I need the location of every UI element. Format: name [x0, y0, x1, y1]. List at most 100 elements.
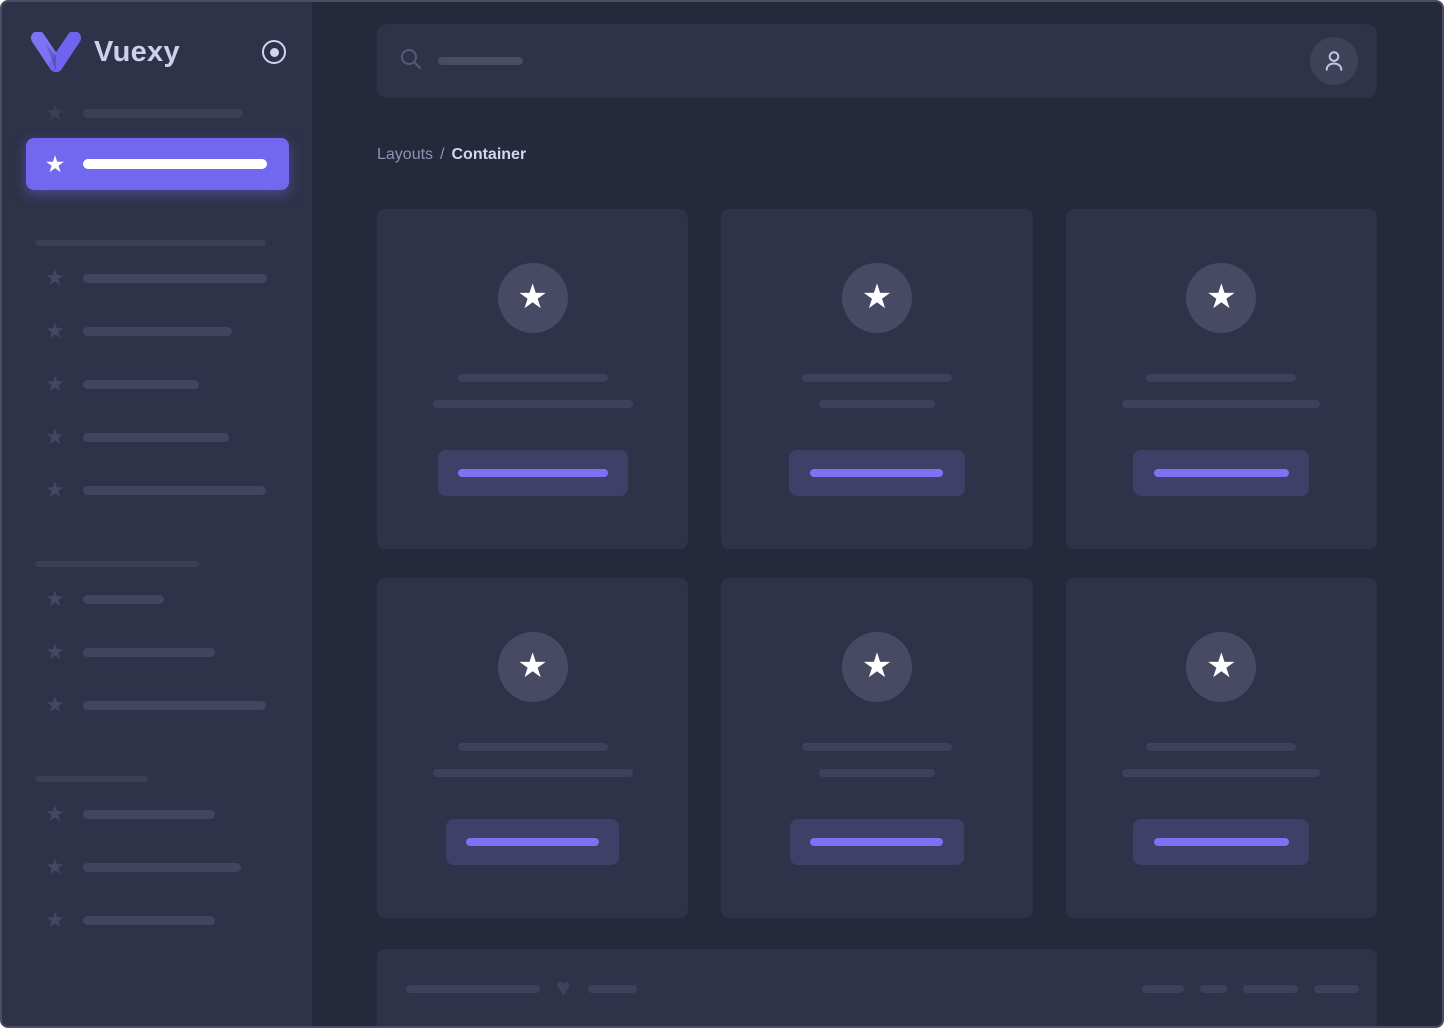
card-title-skeleton	[801, 743, 952, 751]
star-icon: ★	[45, 854, 65, 879]
card-title-skeleton	[457, 374, 608, 382]
card-subtitle-skeleton	[432, 769, 633, 777]
sidebar-item[interactable]: ★	[2, 317, 312, 345]
menu-section-title-skeleton	[35, 776, 148, 782]
menu-label-skeleton	[83, 862, 241, 872]
card-title-skeleton	[801, 374, 952, 382]
card-subtitle-skeleton	[818, 400, 935, 408]
breadcrumb-separator: /	[440, 146, 445, 163]
card-subtitle-skeleton	[818, 769, 935, 777]
vuexy-logo-icon	[30, 32, 82, 72]
menu-label-skeleton	[83, 108, 243, 118]
sidebar-item[interactable]: ★	[2, 800, 312, 828]
button-label-skeleton	[810, 469, 944, 477]
button-label-skeleton	[466, 838, 600, 846]
footer-link-skeleton	[1243, 984, 1298, 993]
breadcrumb-current: Container	[451, 146, 527, 163]
star-icon: ★	[45, 639, 65, 664]
button-label-skeleton	[1153, 838, 1289, 846]
skeleton-card: ★	[377, 209, 689, 549]
button-label-skeleton	[810, 838, 944, 846]
card-button-skeleton[interactable]	[437, 450, 628, 496]
menu-label-skeleton	[83, 432, 229, 442]
menu-label-skeleton	[83, 809, 215, 819]
sidebar-item[interactable]: ★	[2, 853, 312, 881]
card-button-skeleton[interactable]	[788, 450, 965, 496]
card-avatar-circle: ★	[1186, 632, 1257, 702]
skeleton-card: ★	[377, 578, 689, 918]
sidebar-item[interactable]: ★	[2, 370, 312, 398]
star-icon: ★	[861, 278, 893, 316]
star-icon: ★	[45, 100, 65, 125]
footer-card: ♥	[377, 949, 1377, 1026]
top-navbar	[377, 24, 1377, 98]
sidebar-item[interactable]: ★	[2, 585, 312, 613]
card-avatar-circle: ★	[841, 632, 912, 702]
brand-title[interactable]: Vuexy	[94, 36, 180, 69]
menu-label-skeleton	[83, 647, 215, 657]
star-icon: ★	[45, 424, 65, 449]
sidebar-item-active[interactable]: ★	[26, 138, 289, 190]
main-area: Layouts / Container ★ ★ ★ ★ ★ ★ ♥	[312, 2, 1442, 1026]
footer-row: ♥	[406, 949, 1359, 1001]
star-icon: ★	[45, 692, 65, 717]
card-subtitle-skeleton	[432, 400, 633, 408]
sidebar-collapse-toggle[interactable]	[262, 40, 286, 64]
person-icon	[1325, 51, 1343, 71]
star-icon: ★	[45, 907, 65, 932]
sidebar-item[interactable]: ★	[2, 476, 312, 504]
skeleton-card: ★	[721, 578, 1033, 918]
star-icon: ★	[517, 278, 548, 316]
card-avatar-circle: ★	[497, 263, 568, 333]
footer-text-skeleton	[587, 984, 637, 993]
card-title-skeleton	[1146, 743, 1297, 751]
card-subtitle-skeleton	[1122, 400, 1321, 408]
search-placeholder-skeleton	[438, 57, 523, 65]
star-icon: ★	[517, 647, 548, 685]
star-icon: ★	[45, 371, 65, 396]
breadcrumb-link-layouts[interactable]: Layouts	[377, 145, 433, 165]
card-button-skeleton[interactable]	[446, 819, 620, 865]
search-input[interactable]	[399, 47, 1310, 76]
footer-link-skeleton	[1314, 984, 1359, 993]
card-button-skeleton[interactable]	[1133, 819, 1310, 865]
sidebar-item[interactable]: ★	[2, 264, 312, 292]
footer-text-skeleton	[406, 984, 540, 993]
button-label-skeleton	[1153, 469, 1289, 477]
card-subtitle-skeleton	[1122, 769, 1321, 777]
brand-header: Vuexy	[30, 32, 286, 72]
star-icon: ★	[861, 647, 893, 685]
star-icon: ★	[1206, 278, 1237, 316]
heart-icon: ♥	[556, 974, 571, 1002]
sidebar-item[interactable]: ★	[2, 423, 312, 451]
card-button-skeleton[interactable]	[1133, 450, 1310, 496]
star-icon: ★	[1206, 647, 1237, 685]
menu-label-skeleton	[83, 326, 232, 336]
card-title-skeleton	[1146, 374, 1297, 382]
card-avatar-circle: ★	[497, 632, 568, 702]
star-icon: ★	[45, 586, 65, 611]
star-icon: ★	[45, 801, 65, 826]
menu-label-skeleton	[83, 700, 266, 710]
star-icon: ★	[44, 150, 66, 177]
record-circle-icon	[269, 47, 279, 57]
skeleton-card: ★	[721, 209, 1033, 549]
menu-label-skeleton	[83, 915, 215, 925]
user-avatar-button[interactable]	[1310, 37, 1358, 85]
sidebar-item[interactable]: ★	[2, 691, 312, 719]
menu-label-skeleton	[83, 485, 266, 495]
skeleton-card: ★	[1065, 578, 1377, 918]
breadcrumb: Layouts / Container	[377, 145, 1377, 165]
sidebar-item[interactable]: ★	[2, 99, 312, 127]
button-label-skeleton	[457, 469, 608, 477]
sidebar-item[interactable]: ★	[2, 906, 312, 934]
card-button-skeleton[interactable]	[789, 819, 964, 865]
star-icon: ★	[45, 477, 65, 502]
card-avatar-circle: ★	[1186, 263, 1257, 333]
menu-label-skeleton	[83, 594, 164, 604]
menu-section-title-skeleton	[35, 240, 266, 246]
sidebar-item[interactable]: ★	[2, 638, 312, 666]
content-container: Layouts / Container ★ ★ ★ ★ ★ ★ ♥	[377, 24, 1377, 1026]
footer-links	[1142, 984, 1359, 993]
footer-link-skeleton	[1200, 984, 1227, 993]
